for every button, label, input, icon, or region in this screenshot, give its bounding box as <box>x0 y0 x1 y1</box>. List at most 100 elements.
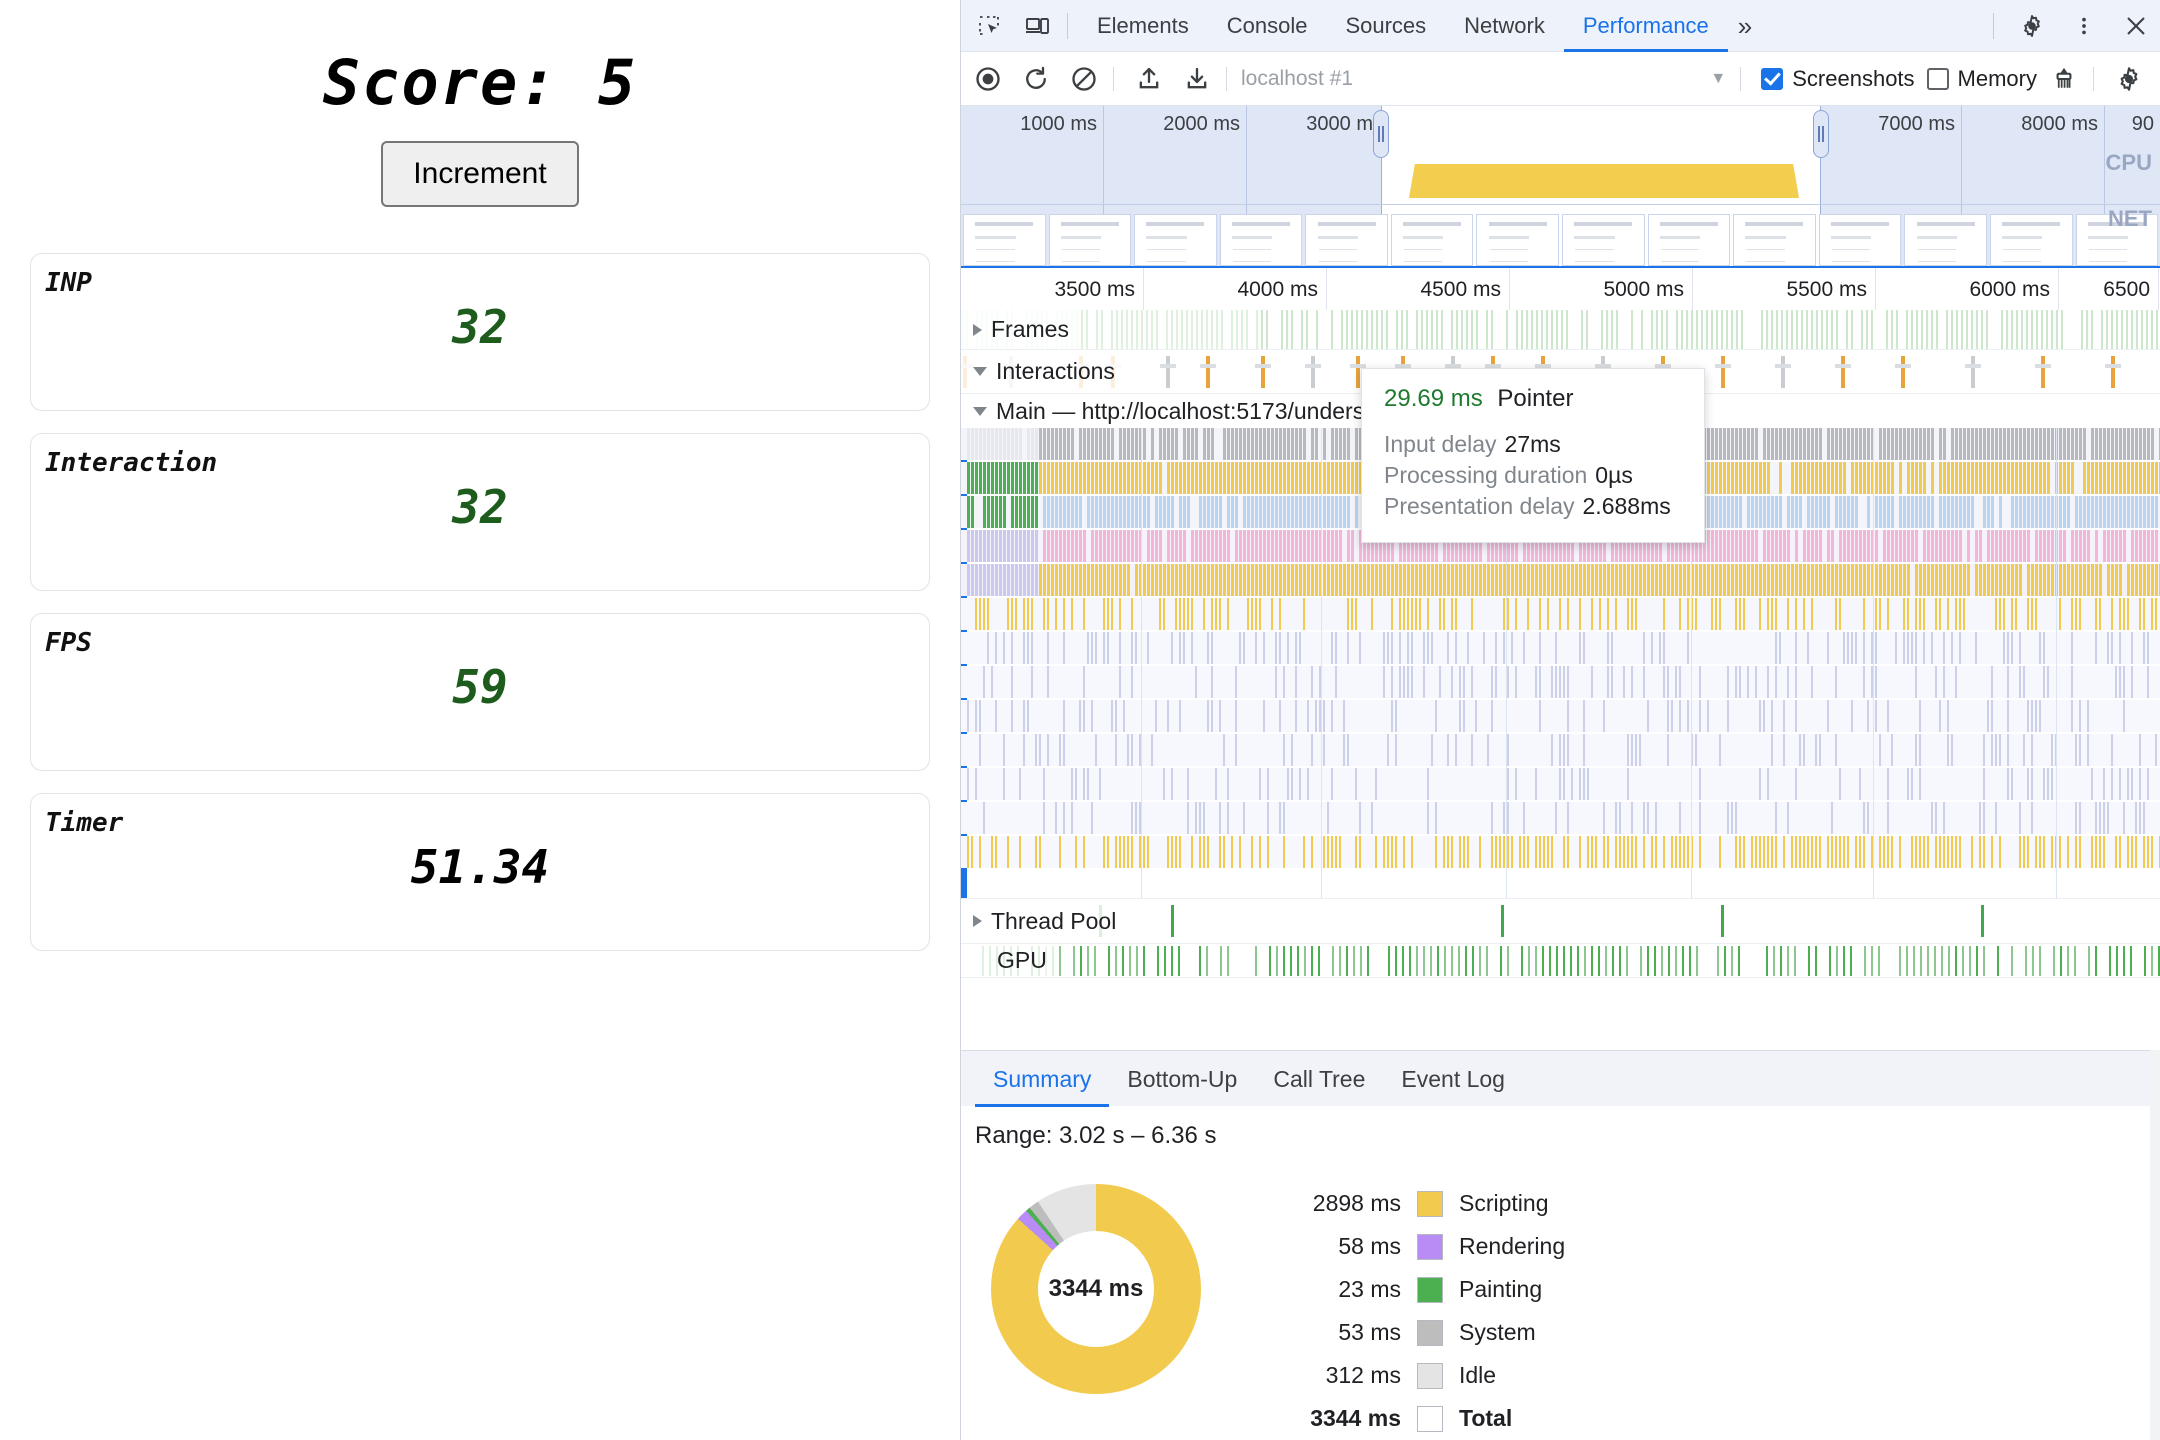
filmstrip-frame[interactable] <box>1305 214 1388 266</box>
filmstrip-frame[interactable] <box>1048 214 1132 266</box>
flamechart-ruler[interactable]: 3500 ms 4000 ms 4500 ms 5000 ms 5500 ms … <box>961 266 2160 312</box>
screenshots-checkbox[interactable]: Screenshots <box>1761 66 1915 92</box>
filmstrip-frame[interactable] <box>963 214 1046 266</box>
devtools-panel: Elements Console Sources Network Perform… <box>960 0 2160 1440</box>
close-icon[interactable] <box>2116 6 2156 46</box>
tab-bottom-up[interactable]: Bottom-Up <box>1109 1051 1255 1107</box>
tabbar-divider-right <box>1993 12 1994 39</box>
device-toolbar-icon[interactable] <box>1017 6 1057 46</box>
cpu-label: CPU <box>2105 150 2152 175</box>
filmstrip-frame[interactable] <box>1904 214 1987 266</box>
reload-and-record-icon[interactable] <box>1015 58 1057 100</box>
summary-legend: 2898 ms Scripting 58 ms Rendering 23 ms … <box>1251 1182 1565 1440</box>
track-gpu[interactable]: GPU <box>961 944 2160 978</box>
tab-sources[interactable]: Sources <box>1326 0 1445 52</box>
track-thread-pool[interactable]: Thread Pool <box>961 898 2160 944</box>
legend-label: Painting <box>1459 1276 1543 1302</box>
legend-swatch-idle <box>1417 1362 1443 1389</box>
metric-card-interaction: Interaction 32 <box>30 433 930 591</box>
legend-label: Total <box>1459 1405 1513 1431</box>
recording-name: localhost #1 <box>1241 66 1354 90</box>
filmstrip-frame[interactable] <box>1219 214 1303 266</box>
timeline-overview[interactable]: 1000 ms 2000 ms 3000 ms 4000 ms 5000 ms … <box>961 106 2160 266</box>
thread-pool-marks <box>961 899 2160 943</box>
filmstrip-frame[interactable] <box>1733 214 1816 266</box>
inspect-element-icon[interactable] <box>969 6 1009 46</box>
ruler-tick: 5000 ms <box>1510 268 1693 312</box>
overview-right-handle[interactable] <box>1813 110 1829 158</box>
filmstrip-frame[interactable] <box>1818 214 1902 266</box>
chevron-down-icon <box>973 367 987 376</box>
track-title-main[interactable]: Main — http://localhost:5173/unders <box>961 394 1375 428</box>
clear-icon[interactable] <box>1063 58 1105 100</box>
metric-card-timer: Timer 51.34 <box>30 793 930 951</box>
tooltip-title: Pointer <box>1497 385 1574 412</box>
filmstrip-frame[interactable] <box>1647 214 1731 266</box>
track-title-interactions[interactable]: Interactions <box>961 350 1125 393</box>
increment-button[interactable]: Increment <box>381 141 579 207</box>
legend-row-rendering[interactable]: 58 ms Rendering <box>1251 1225 1565 1268</box>
demo-app-pane: Score: 5 Increment INP 32 Interaction 32… <box>0 0 960 1440</box>
tab-summary[interactable]: Summary <box>975 1051 1109 1107</box>
gpu-hatch <box>961 944 2160 977</box>
score-heading: Score: 5 <box>322 46 638 119</box>
metric-card-value: 32 <box>452 300 508 354</box>
net-baseline <box>961 204 2160 205</box>
legend-swatch-scripting <box>1417 1190 1443 1217</box>
upload-profile-icon[interactable] <box>1128 58 1170 100</box>
filmstrip-frame[interactable] <box>1562 214 1645 266</box>
toolbar-divider-4 <box>2093 66 2094 91</box>
gear-icon[interactable] <box>2012 6 2052 46</box>
cpu-activity-band <box>1409 164 1799 198</box>
tab-network[interactable]: Network <box>1445 0 1564 52</box>
metric-card-value: 32 <box>452 480 508 534</box>
kebab-menu-icon[interactable] <box>2064 6 2104 46</box>
tab-event-log[interactable]: Event Log <box>1383 1051 1523 1107</box>
donut-center-label: 3344 ms <box>1038 1231 1154 1347</box>
metric-card-list: INP 32 Interaction 32 FPS 59 Timer 51.34 <box>0 253 960 951</box>
legend-row-scripting[interactable]: 2898 ms Scripting <box>1251 1182 1565 1225</box>
legend-row-painting[interactable]: 23 ms Painting <box>1251 1268 1565 1311</box>
record-icon[interactable] <box>967 58 1009 100</box>
legend-value: 3344 ms <box>1310 1405 1401 1431</box>
legend-value: 23 ms <box>1338 1276 1401 1302</box>
legend-row-system[interactable]: 53 ms System <box>1251 1311 1565 1354</box>
summary-donut-chart[interactable]: 3344 ms <box>991 1184 1201 1394</box>
collect-garbage-icon[interactable] <box>2043 58 2085 100</box>
chevron-right-icon <box>973 323 982 336</box>
interaction-tooltip: 29.69 ms Pointer Input delay 27ms Process… <box>1361 368 1705 543</box>
metric-card-value: 51.34 <box>410 840 550 894</box>
tab-call-tree[interactable]: Call Tree <box>1255 1051 1383 1107</box>
recording-selector[interactable]: localhost #1 ▼ <box>1241 67 1732 91</box>
tab-elements[interactable]: Elements <box>1078 0 1208 52</box>
track-title-thread-pool[interactable]: Thread Pool <box>961 899 1127 943</box>
legend-value: 58 ms <box>1338 1233 1401 1259</box>
filmstrip-frame[interactable] <box>1134 214 1217 266</box>
filmstrip-frame[interactable] <box>1476 214 1560 266</box>
details-scrollbar[interactable] <box>2150 1050 2160 1440</box>
tab-console[interactable]: Console <box>1208 0 1327 52</box>
more-tabs-icon[interactable]: » <box>1728 0 1762 52</box>
legend-row-idle[interactable]: 312 ms Idle <box>1251 1354 1565 1397</box>
filmstrip-frame[interactable] <box>1390 214 1474 266</box>
flame-gridline <box>1873 428 1874 898</box>
download-profile-icon[interactable] <box>1176 58 1218 100</box>
track-frames[interactable]: Frames <box>961 310 2160 350</box>
ruler-tick: 6000 ms <box>1876 268 2059 312</box>
checkbox-box-checked <box>1761 67 1784 90</box>
flame-gridline <box>1141 428 1142 898</box>
legend-label: Idle <box>1459 1362 1497 1388</box>
tooltip-header: 29.69 ms Pointer <box>1384 385 1682 413</box>
track-title-frames[interactable]: Frames <box>961 310 1079 349</box>
legend-label: Rendering <box>1459 1233 1566 1259</box>
overview-left-handle[interactable] <box>1373 110 1389 158</box>
memory-checkbox[interactable]: Memory <box>1926 66 2037 92</box>
details-tabbar: Summary Bottom-Up Call Tree Event Log <box>961 1050 2160 1106</box>
frames-hatch <box>961 310 2160 349</box>
tab-performance[interactable]: Performance <box>1564 0 1728 52</box>
track-title-gpu[interactable]: GPU <box>961 944 1057 977</box>
legend-swatch-rendering <box>1417 1233 1443 1260</box>
capture-settings-gear-icon[interactable] <box>2108 58 2150 100</box>
checkbox-box-unchecked <box>1926 67 1949 90</box>
filmstrip-frame[interactable] <box>1989 214 2073 266</box>
